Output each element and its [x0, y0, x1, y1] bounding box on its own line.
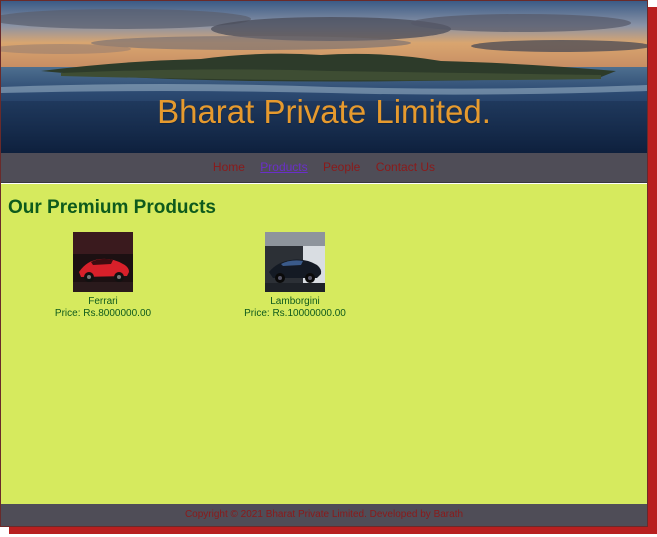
- nav-link-contact[interactable]: Contact Us: [376, 160, 435, 174]
- product-card-lamborgini: Lamborgini Price: Rs.10000000.00: [220, 232, 370, 320]
- main-navigation: Home Products People Contact Us: [1, 153, 647, 183]
- nav-list: Home Products People Contact Us: [1, 153, 647, 182]
- product-card-ferrari: Ferrari Price: Rs.8000000.00: [28, 232, 178, 320]
- product-price: Price: Rs.10000000.00: [244, 308, 346, 319]
- product-name: Lamborgini: [270, 296, 320, 307]
- nav-item-home: Home: [213, 153, 245, 182]
- page-footer: Copyright © 2021 Bharat Private Limited.…: [1, 504, 647, 526]
- ferrari-image[interactable]: [73, 232, 133, 292]
- lamborgini-image[interactable]: [265, 232, 325, 292]
- nav-link-home[interactable]: Home: [213, 160, 245, 174]
- nav-link-people[interactable]: People: [323, 160, 360, 174]
- nav-item-people: People: [323, 153, 360, 182]
- page-container: Bharat Private Limited. Home Products Pe…: [0, 0, 648, 527]
- main-content: Our Premium Products Ferrari Price: Rs.8…: [1, 183, 647, 504]
- product-name: Ferrari: [88, 296, 118, 307]
- company-title: Bharat Private Limited.: [157, 93, 491, 130]
- product-price: Price: Rs.8000000.00: [54, 308, 152, 319]
- nav-link-products[interactable]: Products: [260, 160, 307, 174]
- page-heading: Our Premium Products: [8, 197, 216, 218]
- nav-item-contact: Contact Us: [376, 153, 435, 182]
- nav-item-products: Products: [260, 153, 307, 182]
- header-banner: Bharat Private Limited.: [1, 1, 647, 153]
- copyright-text: Copyright © 2021 Bharat Private Limited.…: [184, 509, 464, 520]
